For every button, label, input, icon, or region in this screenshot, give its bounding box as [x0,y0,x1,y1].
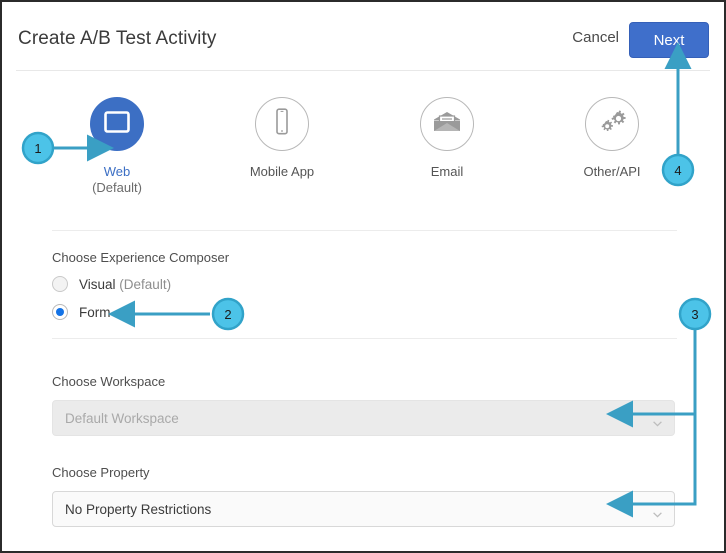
visual-radio-label: Visual (Default) [79,276,172,292]
header-divider [16,70,710,71]
channel-selector: Web (Default) Mobile App Email Other/API [52,97,677,215]
mobile-phone-icon [273,108,291,140]
gears-icon [597,108,627,141]
mobile-app-channel-label: Mobile App [249,164,315,179]
other-api-channel-label: Other/API [583,164,641,179]
experience-composer-label: Choose Experience Composer [52,250,230,265]
email-channel-label: Email [430,164,464,179]
form-radio-mark[interactable] [52,304,68,320]
email-channel-icon-circle[interactable] [420,97,474,151]
mobile-app-channel-icon-circle[interactable] [255,97,309,151]
other-api-channel-icon-circle[interactable] [585,97,639,151]
chevron-down-icon [653,506,662,518]
mobile-app-channel-option[interactable]: Mobile App [217,97,347,215]
workspace-select[interactable]: Default Workspace [52,400,675,436]
visual-radio-suffix: (Default) [119,276,172,292]
next-button[interactable]: Next [629,22,709,58]
page-title: Create A/B Test Activity [18,28,217,49]
web-channel-option[interactable]: Web (Default) [52,97,182,215]
visual-radio-option[interactable]: Visual (Default) [52,276,677,292]
chevron-down-icon [653,415,662,427]
property-select[interactable]: No Property Restrictions [52,491,675,527]
web-channel-icon-circle[interactable] [90,97,144,151]
other-api-channel-option[interactable]: Other/API [547,97,677,215]
dialog-header: Create A/B Test Activity Cancel Next [2,2,724,70]
workspace-section: Choose Workspace Default Workspace [52,374,677,436]
cancel-button[interactable]: Cancel [572,29,619,46]
web-channel-sublabel: (Default) [92,180,142,195]
visual-radio-mark[interactable] [52,276,68,292]
property-section: Choose Property No Property Restrictions [52,465,677,527]
envelope-icon [433,111,461,138]
create-activity-dialog: Create A/B Test Activity Cancel Next Web… [0,0,726,553]
annotation-badge-2: 2 [224,307,232,322]
web-channel-label: Web [103,164,131,179]
annotation-badge-3: 3 [691,307,699,322]
form-radio-label: Form [79,304,111,320]
annotation-badge-4: 4 [674,163,682,178]
experience-composer-section: Choose Experience Composer Visual (Defau… [52,250,677,332]
section-divider-bottom [52,338,677,339]
browser-window-icon [104,110,130,138]
property-select-value: No Property Restrictions [65,501,212,517]
annotation-badge-1: 1 [34,141,42,156]
property-label: Choose Property [52,465,150,480]
workspace-select-value: Default Workspace [65,410,179,426]
email-channel-option[interactable]: Email [382,97,512,215]
section-divider-top [52,230,677,231]
form-radio-option[interactable]: Form [52,304,677,320]
workspace-label: Choose Workspace [52,374,166,389]
